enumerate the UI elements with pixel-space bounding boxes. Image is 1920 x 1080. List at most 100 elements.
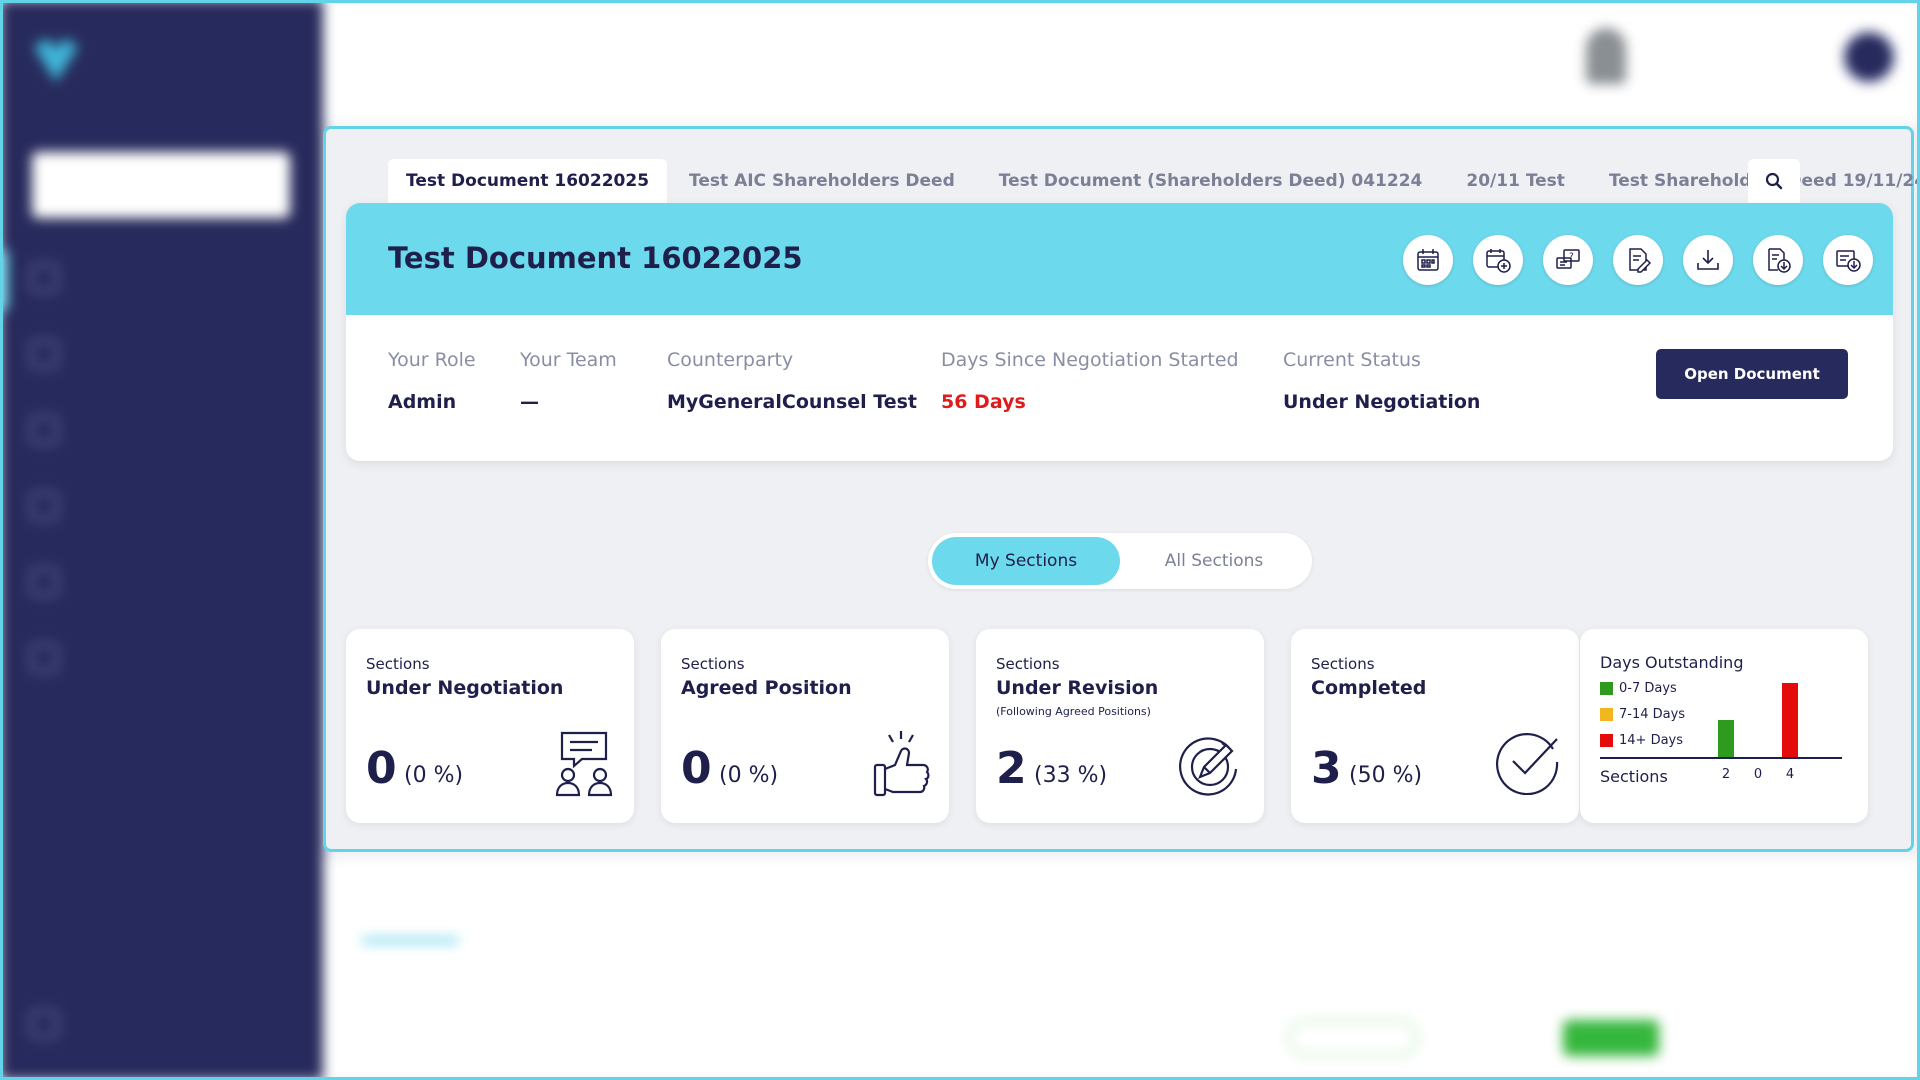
status-label: Current Status bbox=[1283, 349, 1421, 371]
days-outstanding-card[interactable]: Days Outstanding 0-7 Days 7-14 Days 14+ … bbox=[1580, 629, 1868, 823]
stat-card-agreed-position[interactable]: Sections Agreed Position 0 (0 %) bbox=[661, 629, 949, 823]
open-document-button[interactable]: Open Document bbox=[1656, 349, 1848, 399]
role-value: Admin bbox=[388, 391, 457, 413]
stat-name: Under Revision bbox=[996, 677, 1159, 699]
stat-card-under-negotiation[interactable]: Sections Under Negotiation 0 (0 %) bbox=[346, 629, 634, 823]
sidebar-item-4[interactable] bbox=[30, 492, 58, 520]
stat-caption: Sections bbox=[996, 655, 1060, 673]
counterparty-label: Counterparty bbox=[667, 349, 794, 371]
team-value: — bbox=[520, 391, 539, 413]
sidebar-item-5[interactable] bbox=[30, 568, 58, 596]
tab-document-2[interactable]: Test AIC Shareholders Deed bbox=[667, 159, 977, 203]
sections-table-area bbox=[323, 858, 1920, 1080]
tab-document-3[interactable]: Test Document (Shareholders Deed) 041224 bbox=[977, 159, 1445, 203]
role-label: Your Role bbox=[388, 349, 476, 371]
document-summary-card: Test Document 16022025 ? Your Role Admin… bbox=[346, 203, 1893, 461]
check-circle-icon bbox=[1496, 732, 1559, 795]
user-photo bbox=[1586, 28, 1626, 84]
chat-question-icon: ? bbox=[1556, 249, 1580, 269]
negotiation-icon bbox=[555, 731, 613, 797]
stat-count: 2 bbox=[996, 743, 1027, 794]
stat-percent: (50 %) bbox=[1349, 763, 1423, 788]
legend-label: 7-14 Days bbox=[1619, 707, 1686, 722]
sidebar-item-3[interactable] bbox=[30, 416, 58, 444]
sidebar-item-my-documents[interactable] bbox=[30, 264, 58, 292]
document-header: Test Document 16022025 ? bbox=[346, 203, 1893, 315]
days-info: Days Since Negotiation Started 56 Days bbox=[941, 349, 1239, 413]
chart-x-label: Sections bbox=[1600, 767, 1668, 786]
lower-tab-underline bbox=[362, 938, 458, 943]
counterparty-value: MyGeneralCounsel Test bbox=[667, 391, 917, 413]
sidebar-active-indicator bbox=[0, 250, 8, 310]
stat-percent: (0 %) bbox=[719, 763, 779, 788]
team-icon bbox=[30, 340, 58, 368]
stat-caption: Sections bbox=[1311, 655, 1375, 673]
legend-label: 14+ Days bbox=[1619, 733, 1684, 748]
stat-count: 0 bbox=[366, 743, 397, 794]
stat-count: 0 bbox=[681, 743, 712, 794]
status-info: Current Status Under Negotiation bbox=[1283, 349, 1480, 413]
chart-axis bbox=[1600, 757, 1842, 759]
query-button[interactable]: ? bbox=[1543, 235, 1593, 285]
edit-document-button[interactable] bbox=[1613, 235, 1663, 285]
status-value: Under Negotiation bbox=[1283, 391, 1481, 413]
export-document-icon bbox=[1836, 250, 1861, 272]
thumbs-up-icon bbox=[873, 731, 930, 797]
chart-bar-value-1: 2 bbox=[1721, 767, 1731, 782]
chart-bar-value-3: 4 bbox=[1785, 767, 1795, 782]
stat-card-completed[interactable]: Sections Completed 3 (50 %) bbox=[1291, 629, 1579, 823]
stat-caption: Sections bbox=[366, 655, 430, 673]
app-logo bbox=[34, 38, 78, 82]
document-title: Test Document 16022025 bbox=[388, 241, 803, 275]
document-download-icon bbox=[1768, 248, 1791, 273]
legend-item-0-7: 0-7 Days bbox=[1600, 681, 1677, 696]
sidebar-item-6[interactable] bbox=[30, 644, 58, 672]
chart-bar-3 bbox=[1782, 683, 1798, 757]
sidebar bbox=[0, 0, 323, 1080]
document-panel: Test Document 16022025 Test AIC Sharehol… bbox=[323, 126, 1920, 852]
tab-document-4[interactable]: 20/11 Test bbox=[1444, 159, 1587, 203]
document-actions: ? bbox=[1403, 235, 1873, 285]
profile-avatar[interactable] bbox=[1842, 30, 1896, 84]
my-sections-toggle[interactable]: My Sections bbox=[932, 537, 1120, 585]
top-bar bbox=[323, 0, 1920, 124]
status-pill bbox=[1288, 1020, 1418, 1056]
tab-document-1[interactable]: Test Document 16022025 bbox=[388, 159, 668, 203]
days-label: Days Since Negotiation Started bbox=[941, 349, 1239, 371]
export-button[interactable] bbox=[1823, 235, 1873, 285]
stat-percent: (0 %) bbox=[404, 763, 464, 788]
archive-icon bbox=[30, 568, 58, 596]
notifications-icon bbox=[30, 492, 58, 520]
days-value: 56 Days bbox=[941, 391, 1026, 413]
logout-icon bbox=[30, 1010, 58, 1038]
calendar-button[interactable] bbox=[1403, 235, 1453, 285]
legend-swatch-red bbox=[1600, 734, 1613, 747]
revision-icon bbox=[1179, 737, 1238, 796]
team-label: Your Team bbox=[520, 349, 617, 371]
stat-name: Completed bbox=[1311, 677, 1427, 699]
download-icon bbox=[1697, 250, 1719, 270]
help-icon bbox=[30, 644, 58, 672]
tab-search-button[interactable] bbox=[1748, 159, 1800, 203]
stat-name: Under Negotiation bbox=[366, 677, 564, 699]
download-button[interactable] bbox=[1683, 235, 1733, 285]
sidebar-item-2[interactable] bbox=[30, 340, 58, 368]
download-document-button[interactable] bbox=[1753, 235, 1803, 285]
days-outstanding-title: Days Outstanding bbox=[1600, 653, 1744, 672]
role-info: Your Role Admin bbox=[388, 349, 476, 413]
new-document-button[interactable] bbox=[32, 152, 290, 218]
legend-item-7-14: 7-14 Days bbox=[1600, 707, 1685, 722]
organisation-icon bbox=[30, 416, 58, 444]
team-info: Your Team — bbox=[520, 349, 617, 413]
all-sections-toggle[interactable]: All Sections bbox=[1120, 537, 1308, 585]
sections-toggle: My Sections All Sections bbox=[928, 533, 1312, 589]
legend-item-14-plus: 14+ Days bbox=[1600, 733, 1683, 748]
legend-swatch-green bbox=[1600, 682, 1613, 695]
stat-count: 3 bbox=[1311, 743, 1342, 794]
stat-card-under-revision[interactable]: Sections Under Revision (Following Agree… bbox=[976, 629, 1264, 823]
stat-caption: Sections bbox=[681, 655, 745, 673]
add-event-button[interactable] bbox=[1473, 235, 1523, 285]
search-icon bbox=[1765, 172, 1783, 190]
logout-button[interactable] bbox=[30, 1010, 58, 1038]
stat-subtitle: (Following Agreed Positions) bbox=[996, 705, 1151, 718]
